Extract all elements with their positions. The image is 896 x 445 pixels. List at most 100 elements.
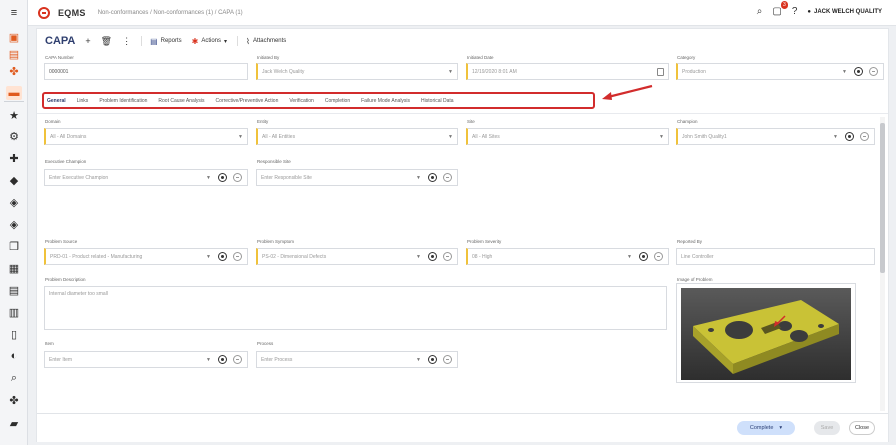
- initiated-date-value: 12/19/2020 8:01 AM: [472, 68, 517, 75]
- book-icon[interactable]: ▣: [6, 30, 22, 44]
- paperclip-icon: ⌇: [246, 36, 250, 46]
- search-icon[interactable]: ⌕: [757, 6, 763, 17]
- user-menu[interactable]: ● JACK WELCH QUALITY: [807, 9, 882, 15]
- actions-button[interactable]: ✱ Actions ▾: [192, 37, 227, 46]
- executive-champion-placeholder: Enter Executive Champion: [49, 174, 109, 181]
- chevron-down-icon: ▼: [206, 175, 211, 181]
- problem-source-label: Problem Source: [45, 239, 78, 244]
- cube-icon[interactable]: ◆: [6, 173, 22, 187]
- initiated-by-select[interactable]: Jack Welch Quality ▼: [256, 63, 458, 80]
- notification-icon[interactable]: ▢ 3: [772, 1, 788, 17]
- remove-icon[interactable]: [233, 355, 242, 364]
- clear-icon[interactable]: [218, 173, 227, 182]
- entity-select[interactable]: All - All Entities ▼: [256, 128, 458, 145]
- process-label: Process: [257, 341, 274, 346]
- tab-root-cause-analysis[interactable]: Root Cause Analysis: [158, 98, 204, 104]
- responsible-site-select[interactable]: Enter Responsible Site ▼: [256, 169, 458, 186]
- notification-badge: 3: [781, 1, 788, 9]
- help-icon[interactable]: ?: [792, 6, 798, 17]
- tab-verification[interactable]: Verification: [289, 98, 313, 104]
- book-open-icon[interactable]: ▤: [6, 47, 22, 61]
- search-icon[interactable]: ⌕: [6, 371, 22, 385]
- clear-icon[interactable]: [428, 252, 437, 261]
- book-closed-icon[interactable]: ▥: [6, 305, 22, 319]
- puzzle-icon[interactable]: ✤: [6, 64, 22, 78]
- clear-icon[interactable]: [218, 355, 227, 364]
- truck-icon[interactable]: ▰: [6, 416, 22, 430]
- problem-source-value: PRD-01 - Product related - Manufacturing: [50, 253, 143, 260]
- category-select[interactable]: Production ▼: [676, 63, 884, 80]
- cubes-stack-icon[interactable]: ◈: [6, 217, 22, 231]
- item-select[interactable]: Enter Item ▼: [44, 351, 248, 368]
- tab-completion[interactable]: Completion: [325, 98, 350, 104]
- gear-icon[interactable]: ⚙: [6, 129, 22, 143]
- reports-button[interactable]: ▤ Reports: [150, 37, 182, 46]
- domain-select[interactable]: All - All Domains ▼: [44, 128, 248, 145]
- puzzle-bottom-icon[interactable]: ✤: [6, 393, 22, 407]
- initiated-date-field[interactable]: 12/19/2020 8:01 AM: [466, 63, 669, 80]
- clear-icon[interactable]: [218, 252, 227, 261]
- clear-icon[interactable]: [639, 252, 648, 261]
- problem-severity-label: Problem Severity: [467, 239, 502, 244]
- attachments-button[interactable]: ⌇ Attachments: [246, 37, 286, 46]
- reports-label: Reports: [160, 38, 182, 44]
- tab-failure-mode-analysis[interactable]: Failure Mode Analysis: [361, 98, 410, 104]
- breadcrumb[interactable]: Non-conformances / Non-conformances (1) …: [98, 10, 243, 16]
- remove-icon[interactable]: [860, 132, 869, 141]
- clear-icon[interactable]: [428, 173, 437, 182]
- clear-icon[interactable]: [428, 355, 437, 364]
- problem-symptom-select[interactable]: PS-02 - Dimensional Defects ▼: [256, 248, 458, 265]
- reported-by-field[interactable]: Line Controller: [676, 248, 875, 265]
- delete-icon[interactable]: 🗑: [101, 36, 112, 47]
- remove-icon[interactable]: [443, 173, 452, 182]
- clear-icon[interactable]: [854, 67, 863, 76]
- tab-historical-data[interactable]: Historical Data: [421, 98, 454, 104]
- reported-by-placeholder: Line Controller: [681, 253, 714, 260]
- actions-label: Actions: [201, 38, 222, 44]
- close-button[interactable]: Close: [849, 421, 875, 435]
- chevron-down-icon: ▼: [627, 254, 632, 260]
- module-highlight-icon[interactable]: ▬: [6, 86, 22, 100]
- scrollbar-thumb[interactable]: [880, 123, 885, 273]
- cubes-icon[interactable]: ◈: [6, 195, 22, 209]
- champion-select[interactable]: John Smith Quality1 ▼: [676, 128, 875, 145]
- process-select[interactable]: Enter Process ▼: [256, 351, 458, 368]
- tab-links[interactable]: Links: [77, 98, 89, 104]
- remove-icon[interactable]: [233, 173, 242, 182]
- capa-number-field[interactable]: 0000001: [44, 63, 248, 80]
- image-of-problem-box[interactable]: [676, 283, 856, 383]
- left-nav-rail: ≡ ▣ ▤ ✤ ▬ ★ ⚙ ✚ ◆ ◈ ◈ ❐ ▦ ▤ ▥ ▯ ◐ ⌕ ✤ ▰: [0, 0, 28, 445]
- tab-corrective-preventive-action[interactable]: Corrective/Preventive Action: [216, 98, 279, 104]
- problem-description-textarea[interactable]: Internal diameter too small: [44, 286, 667, 330]
- more-options-icon[interactable]: ⋮: [122, 36, 131, 47]
- clear-icon[interactable]: [845, 132, 854, 141]
- calendar-icon[interactable]: [657, 68, 664, 76]
- add-icon[interactable]: +: [85, 36, 90, 46]
- complete-label: Complete: [749, 425, 774, 431]
- problem-source-select[interactable]: PRD-01 - Product related - Manufacturing…: [44, 248, 248, 265]
- remove-icon[interactable]: [654, 252, 663, 261]
- vertical-scrollbar[interactable]: [880, 117, 885, 411]
- copy-icon[interactable]: ❐: [6, 239, 22, 253]
- remove-icon[interactable]: [443, 252, 452, 261]
- remove-icon[interactable]: [233, 252, 242, 261]
- site-select[interactable]: All - All Sites ▼: [466, 128, 669, 145]
- star-icon[interactable]: ★: [6, 108, 22, 122]
- save-button[interactable]: Save: [814, 421, 840, 435]
- remove-icon[interactable]: [443, 355, 452, 364]
- file-text-icon[interactable]: ▯: [6, 327, 22, 341]
- document-icon[interactable]: ▤: [6, 283, 22, 297]
- puzzle-piece-icon[interactable]: ✚: [6, 151, 22, 165]
- complete-button[interactable]: Complete ▾: [737, 421, 795, 435]
- tab-problem-identification[interactable]: Problem Identification: [99, 98, 147, 104]
- briefcase-icon[interactable]: ▦: [6, 261, 22, 275]
- tab-general[interactable]: General: [47, 98, 66, 104]
- attachments-label: Attachments: [252, 38, 287, 44]
- executive-champion-select[interactable]: Enter Executive Champion ▼: [44, 169, 248, 186]
- remove-icon[interactable]: [869, 67, 878, 76]
- menu-icon[interactable]: ≡: [6, 6, 22, 20]
- chevron-down-icon: ▼: [416, 357, 421, 363]
- actions-icon: ✱: [191, 36, 199, 46]
- problem-severity-select[interactable]: 08 - High ▼: [466, 248, 669, 265]
- pie-chart-icon[interactable]: ◐: [6, 349, 22, 363]
